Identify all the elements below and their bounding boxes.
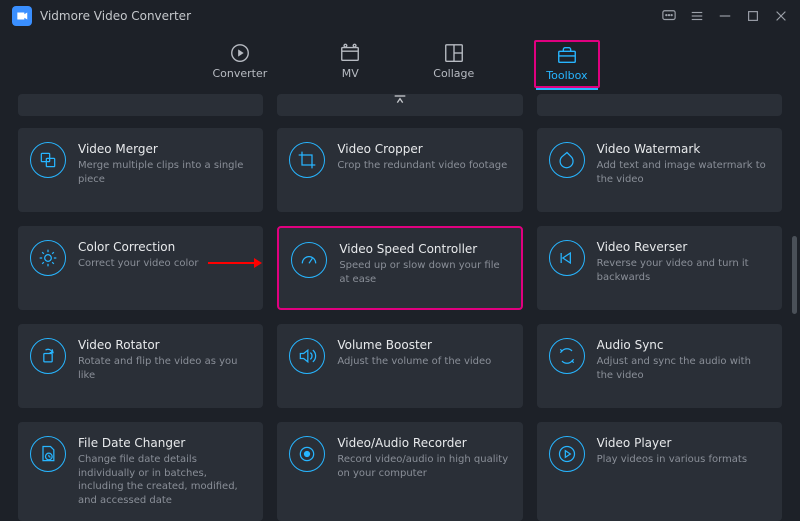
reverser-icon xyxy=(549,240,585,276)
nav-label: Collage xyxy=(433,67,474,80)
card-audio-sync[interactable]: Audio Sync Adjust and sync the audio wit… xyxy=(537,324,782,408)
nav-toolbox[interactable]: Toolbox xyxy=(534,40,599,88)
card-text: Video/Audio Recorder Record video/audio … xyxy=(337,436,508,507)
card-desc: Correct your video color xyxy=(78,257,198,271)
nav-mv[interactable]: MV xyxy=(327,42,373,88)
main-nav: Converter MV Collage Toolbox xyxy=(0,32,800,88)
card-text: Video Merger Merge multiple clips into a… xyxy=(78,142,249,198)
card-text: File Date Changer Change file date detai… xyxy=(78,436,249,507)
card-recorder[interactable]: Video/Audio Recorder Record video/audio … xyxy=(277,422,522,521)
card-video-cropper[interactable]: Video Cropper Crop the redundant video f… xyxy=(277,128,522,212)
volume-icon xyxy=(289,338,325,374)
card-desc: Rotate and flip the video as you like xyxy=(78,355,249,382)
card-title: Video Speed Controller xyxy=(339,242,506,256)
nav-label: Toolbox xyxy=(546,69,587,82)
menu-icon[interactable] xyxy=(690,9,704,23)
card-title: Video Reverser xyxy=(597,240,768,254)
card-title: Audio Sync xyxy=(597,338,768,352)
nav-label: MV xyxy=(342,67,359,80)
card-video-reverser[interactable]: Video Reverser Reverse your video and tu… xyxy=(537,226,782,310)
nav-converter[interactable]: Converter xyxy=(200,42,279,88)
card-video-player[interactable]: Video Player Play videos in various form… xyxy=(537,422,782,521)
date-icon xyxy=(30,436,66,472)
app-title: Vidmore Video Converter xyxy=(40,9,191,23)
nav-collage[interactable]: Collage xyxy=(421,42,486,88)
card-desc: Change file date details individually or… xyxy=(78,453,249,507)
partial-card xyxy=(18,94,263,116)
card-title: Color Correction xyxy=(78,240,198,254)
scrollbar-thumb[interactable] xyxy=(792,236,797,314)
card-desc: Adjust and sync the audio with the video xyxy=(597,355,768,382)
card-desc: Play videos in various formats xyxy=(597,453,747,467)
feedback-icon[interactable] xyxy=(662,9,676,23)
card-desc: Record video/audio in high quality on yo… xyxy=(337,453,508,480)
card-title: Video Player xyxy=(597,436,747,450)
watermark-icon xyxy=(549,142,585,178)
titlebar: Vidmore Video Converter xyxy=(0,0,800,32)
card-text: Video Reverser Reverse your video and tu… xyxy=(597,240,768,296)
card-title: Video Cropper xyxy=(337,142,507,156)
titlebar-left: Vidmore Video Converter xyxy=(12,6,191,26)
card-title: Video Merger xyxy=(78,142,249,156)
card-title: Video Rotator xyxy=(78,338,249,352)
card-video-merger[interactable]: Video Merger Merge multiple clips into a… xyxy=(18,128,263,212)
card-text: Video Cropper Crop the redundant video f… xyxy=(337,142,507,198)
merger-icon xyxy=(30,142,66,178)
card-color-correction[interactable]: Color Correction Correct your video colo… xyxy=(18,226,263,310)
collapse-icon[interactable] xyxy=(392,92,408,112)
card-video-rotator[interactable]: Video Rotator Rotate and flip the video … xyxy=(18,324,263,408)
card-video-watermark[interactable]: Video Watermark Add text and image water… xyxy=(537,128,782,212)
tools-grid: Video Merger Merge multiple clips into a… xyxy=(18,128,782,521)
window-controls xyxy=(662,9,788,23)
content-area: Video Merger Merge multiple clips into a… xyxy=(0,88,800,521)
card-desc: Reverse your video and turn it backwards xyxy=(597,257,768,284)
mv-icon xyxy=(339,42,361,64)
card-title: File Date Changer xyxy=(78,436,249,450)
converter-icon xyxy=(229,42,251,64)
player-icon xyxy=(549,436,585,472)
cropper-icon xyxy=(289,142,325,178)
card-title: Video/Audio Recorder xyxy=(337,436,508,450)
app-logo xyxy=(12,6,32,26)
card-text: Audio Sync Adjust and sync the audio wit… xyxy=(597,338,768,394)
card-desc: Merge multiple clips into a single piece xyxy=(78,159,249,186)
collage-icon xyxy=(443,42,465,64)
nav-label: Converter xyxy=(212,67,267,80)
color-icon xyxy=(30,240,66,276)
card-text: Volume Booster Adjust the volume of the … xyxy=(337,338,491,394)
speed-icon xyxy=(291,242,327,278)
card-text: Color Correction Correct your video colo… xyxy=(78,240,198,296)
maximize-icon[interactable] xyxy=(746,9,760,23)
card-desc: Adjust the volume of the video xyxy=(337,355,491,369)
card-title: Volume Booster xyxy=(337,338,491,352)
card-text: Video Watermark Add text and image water… xyxy=(597,142,768,198)
card-text: Video Player Play videos in various form… xyxy=(597,436,747,507)
audio-sync-icon xyxy=(549,338,585,374)
card-video-speed-controller[interactable]: Video Speed Controller Speed up or slow … xyxy=(277,226,522,310)
toolbox-icon xyxy=(556,44,578,66)
recorder-icon xyxy=(289,436,325,472)
rotator-icon xyxy=(30,338,66,374)
partial-card xyxy=(537,94,782,116)
card-desc: Crop the redundant video footage xyxy=(337,159,507,173)
card-title: Video Watermark xyxy=(597,142,768,156)
card-text: Video Rotator Rotate and flip the video … xyxy=(78,338,249,394)
card-volume-booster[interactable]: Volume Booster Adjust the volume of the … xyxy=(277,324,522,408)
card-file-date-changer[interactable]: File Date Changer Change file date detai… xyxy=(18,422,263,521)
card-desc: Speed up or slow down your file at ease xyxy=(339,259,506,286)
card-desc: Add text and image watermark to the vide… xyxy=(597,159,768,186)
minimize-icon[interactable] xyxy=(718,9,732,23)
card-text: Video Speed Controller Speed up or slow … xyxy=(339,242,506,294)
close-icon[interactable] xyxy=(774,9,788,23)
